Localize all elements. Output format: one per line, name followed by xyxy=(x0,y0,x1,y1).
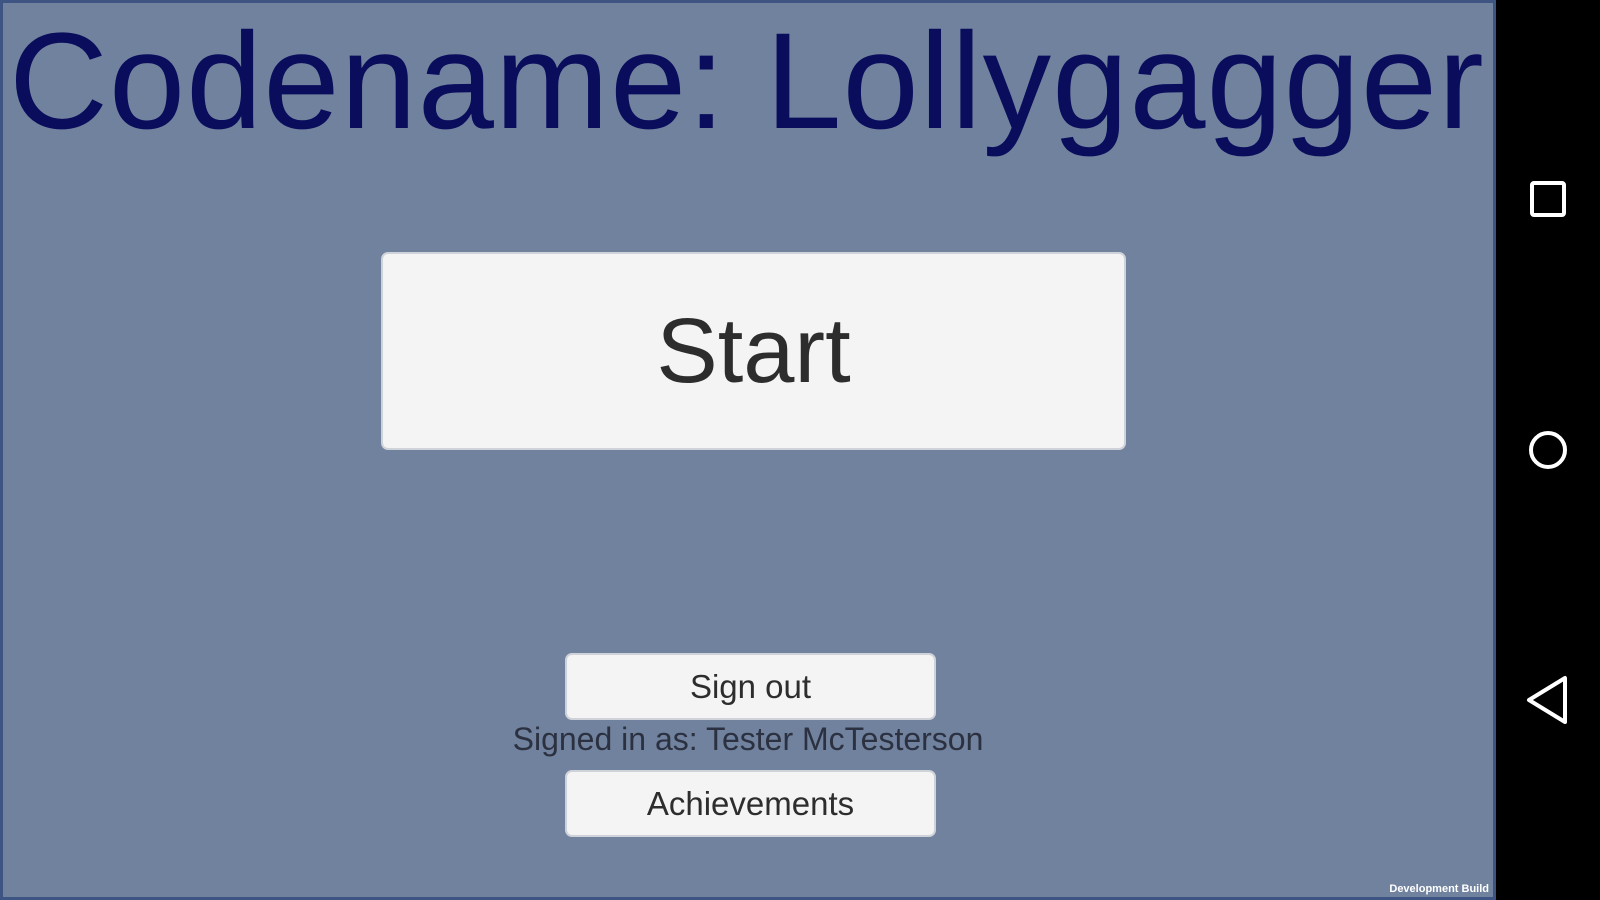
game-main-menu: Codename: Lollygagger Start Sign out Sig… xyxy=(0,0,1496,900)
game-title: Codename: Lollygagger xyxy=(9,5,1485,158)
triangle-back-icon xyxy=(1527,676,1567,724)
screen: Codename: Lollygagger Start Sign out Sig… xyxy=(0,0,1600,900)
back-button[interactable] xyxy=(1518,670,1578,730)
square-icon xyxy=(1530,181,1566,217)
achievements-button[interactable]: Achievements xyxy=(565,770,936,837)
android-navigation-bar xyxy=(1496,0,1600,900)
recents-button[interactable] xyxy=(1518,169,1578,229)
sign-out-button[interactable]: Sign out xyxy=(565,653,936,720)
development-build-label: Development Build xyxy=(1389,883,1489,895)
signed-in-status: Signed in as: Tester McTesterson xyxy=(512,721,984,757)
start-button[interactable]: Start xyxy=(381,252,1126,450)
home-button[interactable] xyxy=(1518,420,1578,480)
circle-icon xyxy=(1529,431,1567,469)
